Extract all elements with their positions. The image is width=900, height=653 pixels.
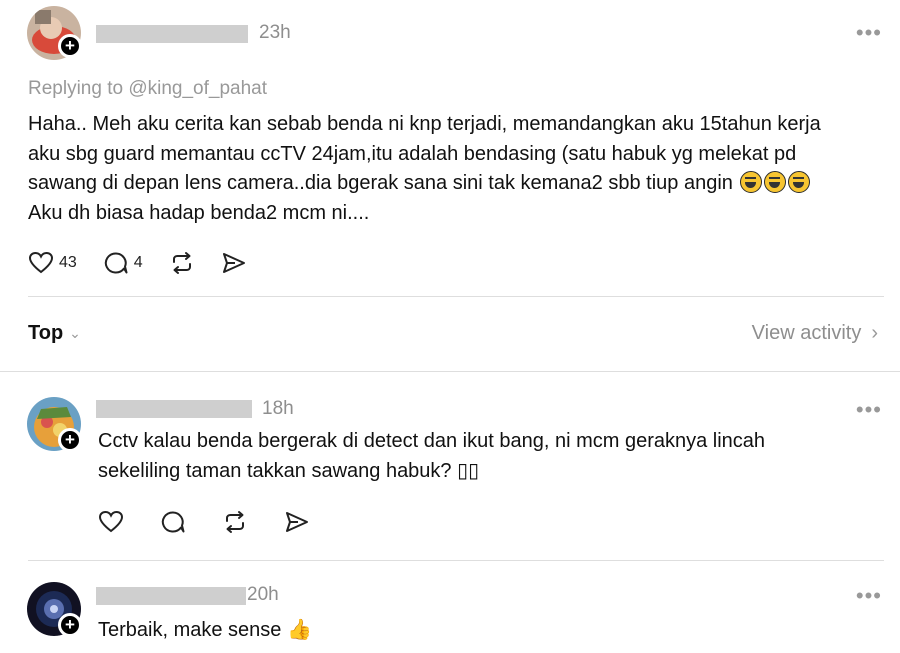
post-text-line: Aku dh biasa hadap benda2 mcm ni....	[28, 201, 370, 224]
chevron-down-icon: ⌄	[69, 325, 81, 341]
follow-plus-icon[interactable]: +	[58, 34, 82, 58]
divider	[28, 296, 884, 297]
laugh-emoji	[740, 171, 763, 193]
more-icon[interactable]: •••	[856, 22, 882, 44]
share-icon	[286, 512, 308, 532]
heart-icon	[98, 510, 124, 533]
share-button[interactable]	[284, 510, 310, 534]
sort-label: Top	[28, 322, 64, 344]
post-text: Haha.. Meh aku cerita kan sebab benda ni…	[28, 110, 888, 228]
like-count: 43	[59, 254, 77, 271]
post-time: 18h	[262, 398, 294, 419]
follow-plus-icon[interactable]: +	[58, 428, 82, 452]
username-redacted[interactable]	[96, 25, 248, 43]
repost-icon	[226, 511, 244, 533]
repost-button[interactable]	[169, 251, 195, 275]
post-text-line: Terbaik, make sense 👍	[98, 619, 312, 641]
view-activity-link[interactable]: View activity ›	[752, 322, 878, 345]
username-redacted[interactable]	[96, 400, 252, 418]
action-bar	[98, 510, 336, 534]
post-text-line: aku sbg guard memantau ccTV 24jam,itu ad…	[28, 142, 797, 165]
comment-button[interactable]	[160, 510, 186, 534]
chevron-right-icon: ›	[871, 322, 878, 344]
post-text-line: sawang di depan lens camera..dia bgerak …	[28, 169, 888, 199]
sort-dropdown[interactable]: Top ⌄	[28, 322, 81, 345]
post-text-line: Cctv kalau benda bergerak di detect dan …	[98, 430, 766, 452]
like-button[interactable]	[98, 510, 124, 534]
laugh-emoji	[788, 171, 811, 193]
username-redacted[interactable]	[96, 587, 246, 605]
share-icon	[222, 253, 245, 273]
post-text: Terbaik, make sense 👍	[98, 616, 878, 646]
more-icon[interactable]: •••	[856, 399, 882, 421]
post-text-line: sekeliling taman takkan sawang habuk? ▯▯	[98, 459, 480, 482]
main-post: + 23h ••• Replying to @king_of_pahat Hah…	[0, 0, 900, 300]
more-icon[interactable]: •••	[856, 585, 882, 607]
comment-icon	[161, 511, 185, 533]
repost-button[interactable]	[222, 510, 248, 534]
comment-button[interactable]: 4	[103, 251, 143, 275]
share-button[interactable]	[221, 251, 247, 275]
action-bar: 43 4	[28, 251, 273, 275]
post-text: Cctv kalau benda bergerak di detect dan …	[98, 427, 878, 486]
post-text-line: Haha.. Meh aku cerita kan sebab benda ni…	[28, 113, 821, 135]
repost-icon	[172, 252, 191, 274]
comment-icon	[104, 252, 128, 274]
post-time: 20h	[247, 584, 279, 605]
reply-count: 4	[133, 254, 143, 271]
follow-plus-icon[interactable]: +	[58, 613, 82, 637]
post-time: 23h	[259, 22, 291, 43]
heart-icon	[28, 251, 54, 274]
laugh-emoji	[764, 171, 787, 193]
replying-to[interactable]: Replying to @king_of_pahat	[28, 78, 267, 100]
reply-post: + 20h ••• Terbaik, make sense 👍	[0, 561, 900, 653]
reply-post: + 18h ••• Cctv kalau benda bergerak di d…	[0, 372, 900, 562]
view-activity-label: View activity	[751, 322, 862, 344]
like-button[interactable]: 43	[28, 251, 77, 275]
